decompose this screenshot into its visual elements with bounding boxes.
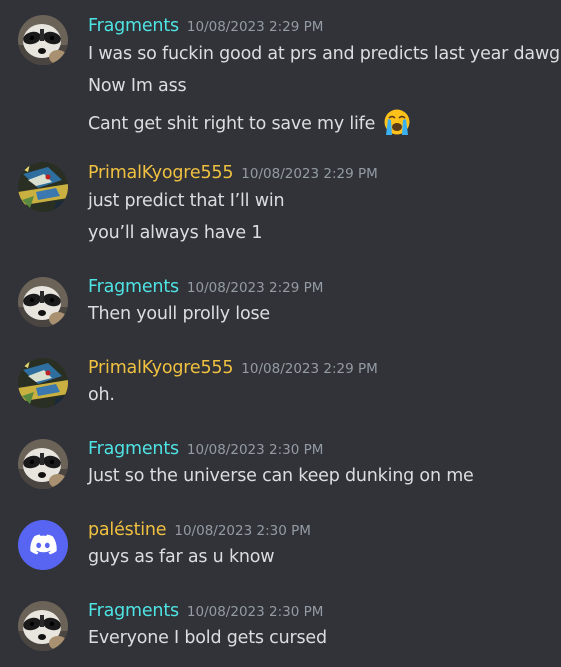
raccoon-avatar[interactable] [18, 15, 68, 65]
message-text: you’ll always have 1 [88, 223, 263, 243]
message-text: Everyone I bold gets cursed [88, 628, 327, 648]
timestamp: 10/08/2023 2:30 PM [186, 442, 324, 458]
message-text: Cant get shit right to save my life [88, 114, 376, 134]
timestamp: 10/08/2023 2:30 PM [174, 523, 311, 539]
raccoon-avatar[interactable] [18, 439, 68, 489]
author-name[interactable]: paléstine [88, 520, 167, 540]
kyogre-avatar[interactable] [18, 162, 68, 212]
author-name[interactable]: Fragments [88, 16, 179, 36]
message-line: Cant get shit right to save my life [88, 108, 411, 136]
message-text: Now Im ass [88, 76, 187, 96]
timestamp: 10/08/2023 2:29 PM [241, 166, 378, 182]
message-text: guys as far as u know [88, 547, 275, 567]
raccoon-avatar[interactable] [18, 277, 68, 327]
raccoon-avatar[interactable] [18, 601, 68, 651]
timestamp: 10/08/2023 2:29 PM [241, 361, 378, 377]
author-name[interactable]: Fragments [88, 601, 179, 621]
timestamp: 10/08/2023 2:29 PM [186, 280, 324, 296]
author-name[interactable]: PrimalKyogre555 [88, 358, 233, 378]
message-text: I was so fuckin good at prs and predicts… [88, 44, 560, 64]
message-text: oh. [88, 385, 115, 405]
author-name[interactable]: Fragments [88, 439, 179, 459]
timestamp: 10/08/2023 2:29 PM [186, 19, 324, 35]
message-text: just predict that I’ll win [88, 191, 285, 211]
author-name[interactable]: Fragments [88, 277, 179, 297]
message-text: Just so the universe can keep dunking on… [88, 466, 474, 486]
message-text: Then youll prolly lose [88, 304, 270, 324]
author-name[interactable]: PrimalKyogre555 [88, 163, 233, 183]
loudly-crying-face-emoji[interactable] [383, 108, 411, 136]
timestamp: 10/08/2023 2:30 PM [186, 604, 324, 620]
kyogre-avatar[interactable] [18, 358, 68, 408]
discord-default-avatar[interactable] [18, 520, 68, 570]
